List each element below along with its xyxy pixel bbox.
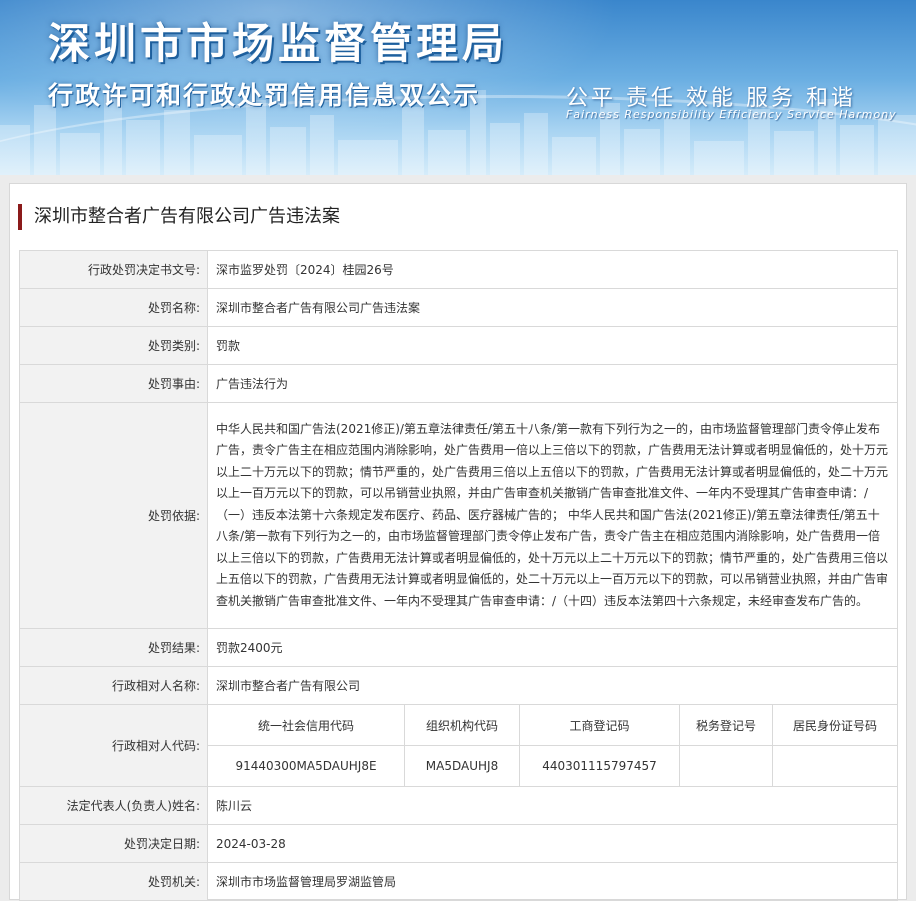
banner-title: 深圳市市场监督管理局 bbox=[48, 19, 509, 68]
label-penalty-reason: 处罚事由: bbox=[19, 364, 208, 403]
row-legal-rep: 法定代表人(负责人)姓名: 陈川云 bbox=[19, 786, 898, 825]
label-penalty-name: 处罚名称: bbox=[19, 288, 208, 327]
label-decision-date: 处罚决定日期: bbox=[19, 824, 208, 863]
value-penalty-result: 罚款2400元 bbox=[207, 628, 898, 667]
counterparty-code-table: 统一社会信用代码 组织机构代码 工商登记码 税务登记号 居民身份证号码 9144… bbox=[208, 705, 897, 786]
value-penalty-basis: 中华人民共和国广告法(2021修正)/第五章法律责任/第五十八条/第一款有下列行… bbox=[207, 402, 898, 629]
value-legal-rep: 陈川云 bbox=[207, 786, 898, 825]
value-decision-date: 2024-03-28 bbox=[207, 824, 898, 863]
value-authority: 深圳市市场监督管理局罗湖监管局 bbox=[207, 862, 898, 901]
row-decision-date: 处罚决定日期: 2024-03-28 bbox=[19, 824, 898, 863]
code-value-tax bbox=[679, 745, 773, 786]
banner-subtitle: 行政许可和行政处罚信用信息双公示 bbox=[48, 81, 481, 110]
label-penalty-basis: 处罚依据: bbox=[19, 402, 208, 629]
code-header: 组织机构代码 bbox=[404, 705, 520, 746]
banner-slogan-english: Fairness Responsibility Efficiency Servi… bbox=[566, 108, 897, 121]
code-value-credit: 91440300MA5DAUHJ8E bbox=[208, 745, 405, 786]
label-penalty-type: 处罚类别: bbox=[19, 326, 208, 365]
case-title: 深圳市整合者广告有限公司广告违法案 bbox=[18, 204, 340, 230]
row-counterparty-name: 行政相对人名称: 深圳市整合者广告有限公司 bbox=[19, 666, 898, 705]
code-header: 统一社会信用代码 bbox=[208, 705, 405, 746]
code-value-org: MA5DAUHJ8 bbox=[404, 745, 520, 786]
label-legal-rep: 法定代表人(负责人)姓名: bbox=[19, 786, 208, 825]
label-penalty-result: 处罚结果: bbox=[19, 628, 208, 667]
case-info-table: 行政处罚决定书文号: 深市监罗处罚〔2024〕桂园26号 处罚名称: 深圳市整合… bbox=[19, 250, 898, 901]
row-authority: 处罚机关: 深圳市市场监督管理局罗湖监管局 bbox=[19, 862, 898, 901]
label-authority: 处罚机关: bbox=[19, 862, 208, 901]
row-penalty-type: 处罚类别: 罚款 bbox=[19, 326, 898, 365]
counterparty-code-cell: 统一社会信用代码 组织机构代码 工商登记码 税务登记号 居民身份证号码 9144… bbox=[207, 704, 898, 787]
code-header-row: 统一社会信用代码 组织机构代码 工商登记码 税务登记号 居民身份证号码 bbox=[208, 705, 897, 746]
row-counterparty-code: 行政相对人代码: 统一社会信用代码 组织机构代码 工商登记码 税务登记号 居民身… bbox=[19, 704, 898, 787]
value-decision-no: 深市监罗处罚〔2024〕桂园26号 bbox=[207, 250, 898, 289]
row-penalty-name: 处罚名称: 深圳市整合者广告有限公司广告违法案 bbox=[19, 288, 898, 327]
row-penalty-result: 处罚结果: 罚款2400元 bbox=[19, 628, 898, 667]
row-penalty-basis: 处罚依据: 中华人民共和国广告法(2021修正)/第五章法律责任/第五十八条/第… bbox=[19, 402, 898, 629]
value-penalty-type: 罚款 bbox=[207, 326, 898, 365]
value-counterparty-name: 深圳市整合者广告有限公司 bbox=[207, 666, 898, 705]
label-counterparty-code: 行政相对人代码: bbox=[19, 704, 208, 787]
header-banner: 深圳市市场监督管理局 行政许可和行政处罚信用信息双公示 公平 责任 效能 服务 … bbox=[0, 0, 916, 175]
label-counterparty-name: 行政相对人名称: bbox=[19, 666, 208, 705]
label-decision-no: 行政处罚决定书文号: bbox=[19, 250, 208, 289]
value-penalty-reason: 广告违法行为 bbox=[207, 364, 898, 403]
case-detail-panel: 深圳市整合者广告有限公司广告违法案 行政处罚决定书文号: 深市监罗处罚〔2024… bbox=[9, 183, 907, 901]
code-value-id bbox=[773, 746, 898, 787]
code-header: 居民身份证号码 bbox=[772, 705, 897, 746]
row-penalty-reason: 处罚事由: 广告违法行为 bbox=[19, 364, 898, 403]
code-value-row: 91440300MA5DAUHJ8E MA5DAUHJ8 44030111579… bbox=[208, 745, 898, 787]
code-header: 税务登记号 bbox=[679, 705, 773, 746]
code-value-business: 440301115797457 bbox=[519, 745, 680, 786]
code-header: 工商登记码 bbox=[519, 705, 680, 746]
row-decision-no: 行政处罚决定书文号: 深市监罗处罚〔2024〕桂园26号 bbox=[19, 250, 898, 289]
value-penalty-name: 深圳市整合者广告有限公司广告违法案 bbox=[207, 288, 898, 327]
